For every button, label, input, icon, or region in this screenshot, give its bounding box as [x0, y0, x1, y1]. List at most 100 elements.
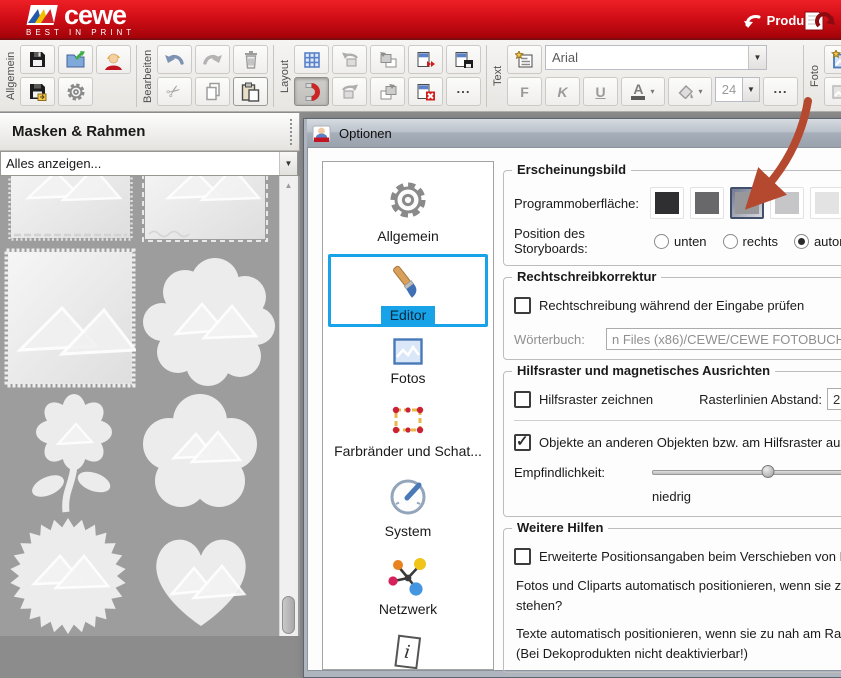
- mask-rect-frame-stitched[interactable]: [140, 176, 270, 247]
- text-more-button[interactable]: ...: [763, 77, 798, 106]
- slider-handle[interactable]: [761, 465, 774, 478]
- copy-button[interactable]: [195, 77, 230, 106]
- enhance-photo-button[interactable]: [824, 77, 841, 106]
- dialog-titlebar[interactable]: Optionen: [307, 119, 841, 147]
- basket-book-icon[interactable]: [803, 6, 837, 34]
- next-page-button[interactable]: [408, 45, 443, 74]
- font-color-icon: A: [631, 84, 645, 100]
- spellcheck-label: Rechtschreibung während der Eingabe prüf…: [539, 298, 804, 313]
- chevron-down-icon[interactable]: ▼: [748, 46, 766, 69]
- grid-button[interactable]: [294, 45, 329, 74]
- snap-button[interactable]: [294, 77, 329, 106]
- layout-more-button[interactable]: ...: [446, 77, 481, 106]
- slider-track[interactable]: [652, 470, 841, 475]
- delete-page-button[interactable]: [408, 77, 443, 106]
- erweiterte-positionsangaben-checkbox[interactable]: [514, 548, 531, 565]
- category-info[interactable]: i: [326, 625, 490, 670]
- category-netzwerk[interactable]: Netzwerk: [326, 547, 490, 625]
- underline-button[interactable]: U: [583, 77, 618, 106]
- settings-button[interactable]: [58, 77, 93, 106]
- toolbar-separator: [486, 45, 487, 107]
- mask-rect-frame-grunge[interactable]: [8, 176, 133, 245]
- bold-button[interactable]: F: [507, 77, 542, 106]
- open-folder-icon: [65, 50, 86, 69]
- fill-color-button[interactable]: ▾: [668, 77, 712, 106]
- section-label-bearbeiten: Bearbeiten: [142, 45, 154, 107]
- font-size-value[interactable]: 24: [715, 77, 743, 102]
- theme-swatch-dark[interactable]: [690, 187, 724, 219]
- radio-unten[interactable]: [654, 234, 669, 249]
- undo-button[interactable]: [157, 45, 192, 74]
- category-label: System: [385, 523, 432, 539]
- scroll-up-icon[interactable]: ▲: [282, 178, 295, 193]
- group-title: Weitere Hilfen: [512, 520, 608, 535]
- ellipsis-icon: ...: [773, 81, 787, 96]
- rasterlinien-abstand-input[interactable]: 2 m: [827, 388, 841, 410]
- theme-swatch-darkest[interactable]: [650, 187, 684, 219]
- woerterbuch-input[interactable]: n Files (x86)/CEWE/CEWE FOTOBUCH Softw: [606, 328, 841, 350]
- theme-swatch-medium[interactable]: [730, 187, 764, 219]
- scrollbar-thumb[interactable]: [282, 596, 295, 634]
- objekte-ausrichten-label: Objekte an anderen Objekten bzw. am Hilf…: [539, 435, 841, 450]
- mask-five-petal-flower[interactable]: [138, 392, 262, 515]
- radio-automatisch[interactable]: [794, 234, 809, 249]
- grid-icon: [303, 51, 321, 69]
- save-as-button[interactable]: [20, 77, 55, 106]
- mask-starburst[interactable]: [8, 516, 128, 636]
- radio-rechts[interactable]: [723, 234, 738, 249]
- rotate-ccw-button[interactable]: [332, 45, 367, 74]
- rasterlinien-abstand-label: Rasterlinien Abstand:: [699, 392, 822, 407]
- category-system[interactable]: System: [326, 467, 490, 547]
- chevron-down-icon[interactable]: ▼: [279, 152, 297, 175]
- options-settings-pane: Erscheinungsbild Programmoberfläche: Pos…: [503, 161, 841, 670]
- redo-icon: [202, 51, 223, 68]
- panel-drag-handle-icon[interactable]: [290, 119, 294, 145]
- mask-flower-with-stem[interactable]: [22, 390, 126, 521]
- open-button[interactable]: [58, 45, 93, 74]
- redo-button[interactable]: [195, 45, 230, 74]
- rotate-cw-button[interactable]: [332, 77, 367, 106]
- save-button[interactable]: [20, 45, 55, 74]
- group-title: Erscheinungsbild: [512, 162, 631, 177]
- save-page-button[interactable]: [446, 45, 481, 74]
- objekte-ausrichten-checkbox[interactable]: [514, 434, 531, 451]
- section-label-text: Text: [492, 45, 504, 107]
- masks-panel-header: Masken & Rahmen: [0, 113, 300, 151]
- theme-swatch-light[interactable]: [770, 187, 804, 219]
- programmoberflaeche-label: Programmoberfläche:: [514, 196, 650, 211]
- cut-button[interactable]: ✂: [157, 77, 192, 106]
- chevron-down-icon[interactable]: ▼: [743, 77, 760, 102]
- category-fotos[interactable]: Fotos: [326, 329, 490, 394]
- font-family-value: Arial: [546, 46, 748, 69]
- main-toolbar: Allgemein Bearbeiten ✂: [0, 40, 841, 112]
- category-farbraender[interactable]: Farbränder und Schat...: [326, 394, 490, 467]
- spellcheck-checkbox[interactable]: [514, 297, 531, 314]
- mask-heart[interactable]: [138, 522, 264, 636]
- masks-filter-select[interactable]: Alles anzeigen... ▼: [0, 151, 298, 176]
- theme-swatch-lightest[interactable]: [810, 187, 841, 219]
- account-button[interactable]: [96, 45, 131, 74]
- font-style-button[interactable]: [507, 45, 542, 74]
- mask-cloud[interactable]: [140, 252, 278, 391]
- font-family-select[interactable]: Arial ▼: [545, 45, 767, 70]
- italic-button[interactable]: K: [545, 77, 580, 106]
- add-photo-button[interactable]: [824, 45, 841, 74]
- niedrig-label: niedrig: [652, 489, 691, 504]
- storyboard-position-label: Position des Storyboards:: [514, 226, 654, 256]
- app-window: { "accent_colors":{"brand_red":"#c4161c"…: [0, 0, 841, 636]
- bucket-icon: [677, 84, 694, 99]
- paste-button[interactable]: [233, 77, 268, 106]
- hilfsraster-checkbox[interactable]: [514, 391, 531, 408]
- category-editor[interactable]: Editor: [328, 254, 488, 327]
- empfindlichkeit-slider[interactable]: [652, 465, 841, 479]
- masks-scrollbar[interactable]: ▲: [279, 176, 298, 636]
- section-label-layout: Layout: [279, 45, 291, 107]
- send-backward-button[interactable]: [370, 45, 405, 74]
- toolbar-section-layout: Layout ...: [279, 43, 481, 109]
- category-allgemein[interactable]: Allgemein: [326, 168, 490, 252]
- mask-square-frame-grunge[interactable]: [4, 248, 136, 391]
- delete-button[interactable]: [233, 45, 268, 74]
- font-color-button[interactable]: A ▾: [621, 77, 665, 106]
- masks-thumbnail-list: ▲: [0, 176, 300, 636]
- bring-forward-button[interactable]: [370, 77, 405, 106]
